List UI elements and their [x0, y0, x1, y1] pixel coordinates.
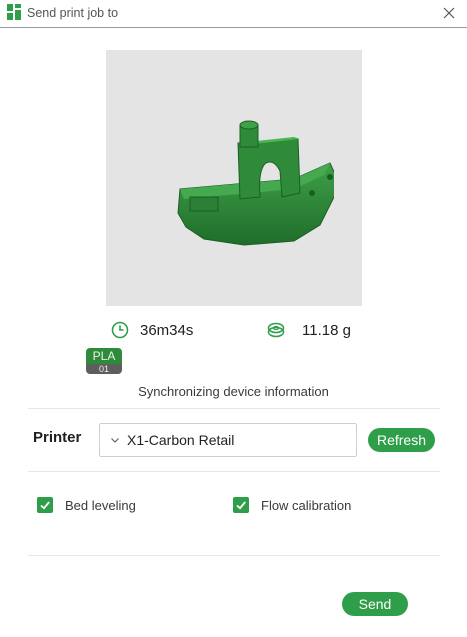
flow-calibration-option[interactable]: Flow calibration — [233, 496, 351, 514]
filament-badge[interactable]: PLA 01 — [86, 348, 122, 374]
flow-calibration-checkbox[interactable] — [233, 497, 249, 513]
checkmark-icon — [40, 501, 50, 510]
chevron-down-icon — [109, 434, 121, 446]
flow-calibration-label: Flow calibration — [261, 497, 352, 513]
title-bar: Send print job to — [0, 0, 467, 28]
divider — [28, 408, 440, 409]
filament-weight: 11.18 g — [267, 320, 351, 340]
filament-type: PLA — [86, 348, 122, 364]
printer-select-value: X1-Carbon Retail — [127, 432, 235, 448]
print-time: 36m34s — [111, 320, 193, 340]
divider — [28, 555, 440, 556]
model-preview — [106, 50, 362, 306]
print-time-value: 36m34s — [140, 321, 194, 339]
bed-leveling-checkbox[interactable] — [37, 497, 53, 513]
bed-leveling-label: Bed leveling — [65, 497, 136, 513]
window-title: Send print job to — [27, 6, 119, 20]
clock-icon — [111, 321, 129, 339]
filament-slot: 01 — [86, 364, 122, 374]
close-icon[interactable] — [439, 3, 459, 23]
refresh-button[interactable]: Refresh — [368, 428, 435, 452]
status-message: Synchronizing device information — [138, 384, 329, 399]
printer-select[interactable]: X1-Carbon Retail — [99, 423, 357, 457]
boat-model-icon — [177, 120, 334, 246]
app-logo-icon — [7, 4, 21, 20]
filament-weight-value: 11.18 g — [302, 321, 351, 339]
bed-leveling-option[interactable]: Bed leveling — [37, 496, 136, 514]
divider — [28, 471, 440, 472]
filament-spool-icon — [267, 321, 285, 339]
send-button[interactable]: Send — [342, 592, 408, 616]
checkmark-icon — [236, 501, 246, 510]
printer-label: Printer — [33, 429, 82, 446]
